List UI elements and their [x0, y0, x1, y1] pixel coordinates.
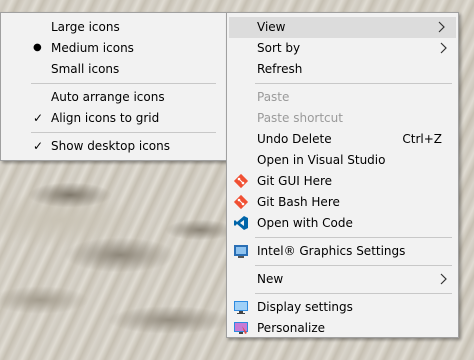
menu-item-label: Open with Code [257, 216, 353, 230]
git-icon [233, 194, 249, 210]
menu-item-intel-graphics[interactable]: Intel® Graphics Settings [227, 241, 458, 262]
checkmark-icon: ✓ [33, 111, 44, 125]
menu-item-label: Open in Visual Studio [257, 153, 386, 167]
menu-item-paste-shortcut[interactable]: Paste shortcut [227, 108, 458, 129]
menu-item-large-icons[interactable]: Large icons [1, 17, 226, 38]
chevron-right-icon [440, 42, 447, 54]
menu-item-label: Intel® Graphics Settings [257, 244, 406, 258]
intel-graphics-icon [234, 245, 248, 258]
menu-item-display-settings[interactable]: Display settings [227, 297, 458, 318]
view-submenu: Large icons ● Medium icons Small icons A… [0, 12, 227, 161]
menu-item-label: Small icons [51, 62, 120, 76]
chevron-right-icon [438, 21, 445, 33]
git-icon [233, 173, 249, 189]
chevron-right-icon [440, 273, 447, 285]
menu-item-label: Git GUI Here [257, 174, 333, 188]
menu-item-open-in-visual-studio[interactable]: Open in Visual Studio [227, 150, 458, 171]
menu-item-shortcut: Ctrl+Z [402, 132, 442, 146]
menu-item-label: New [257, 272, 284, 286]
menu-item-label: Git Bash Here [257, 195, 340, 209]
menu-item-label: View [257, 20, 286, 34]
menu-item-label: Paste [257, 90, 290, 104]
menu-separator [31, 132, 216, 133]
menu-separator [31, 83, 216, 84]
menu-item-git-gui[interactable]: Git GUI Here [227, 171, 458, 192]
menu-item-label: Paste shortcut [257, 111, 343, 125]
menu-item-open-with-code[interactable]: Open with Code [227, 213, 458, 234]
menu-item-medium-icons[interactable]: ● Medium icons [1, 38, 226, 59]
menu-item-label: Display settings [257, 300, 353, 314]
menu-item-sort-by[interactable]: Sort by [227, 38, 458, 59]
menu-item-paste[interactable]: Paste [227, 87, 458, 108]
menu-item-refresh[interactable]: Refresh [227, 59, 458, 80]
personalize-icon [234, 322, 248, 334]
menu-item-label: Align icons to grid [51, 111, 160, 125]
display-settings-icon [234, 301, 248, 314]
menu-item-label: Sort by [257, 41, 301, 55]
menu-item-view[interactable]: View [229, 17, 456, 38]
menu-item-label: Refresh [257, 62, 303, 76]
menu-item-label: Medium icons [51, 41, 134, 55]
menu-item-git-bash[interactable]: Git Bash Here [227, 192, 458, 213]
vscode-icon [234, 216, 248, 230]
menu-item-auto-arrange[interactable]: Auto arrange icons [1, 87, 226, 108]
menu-item-align-to-grid[interactable]: ✓ Align icons to grid [1, 108, 226, 129]
desktop-context-menu: View Sort by Refresh Paste Paste shortcu… [226, 12, 459, 338]
menu-item-personalize[interactable]: Personalize [227, 318, 458, 339]
menu-item-undo-delete[interactable]: Undo Delete Ctrl+Z [227, 129, 458, 150]
menu-separator [255, 237, 452, 238]
menu-item-label: Personalize [257, 321, 326, 335]
menu-separator [255, 265, 452, 266]
menu-item-label: Auto arrange icons [51, 90, 165, 104]
radio-bullet-icon: ● [33, 42, 42, 53]
menu-separator [255, 83, 452, 84]
menu-item-label: Undo Delete [257, 132, 332, 146]
checkmark-icon: ✓ [33, 139, 44, 153]
menu-item-label: Large icons [51, 20, 120, 34]
menu-item-label: Show desktop icons [51, 139, 171, 153]
menu-item-small-icons[interactable]: Small icons [1, 59, 226, 80]
menu-item-new[interactable]: New [227, 269, 458, 290]
menu-item-show-desktop-icons[interactable]: ✓ Show desktop icons [1, 136, 226, 157]
menu-separator [255, 293, 452, 294]
